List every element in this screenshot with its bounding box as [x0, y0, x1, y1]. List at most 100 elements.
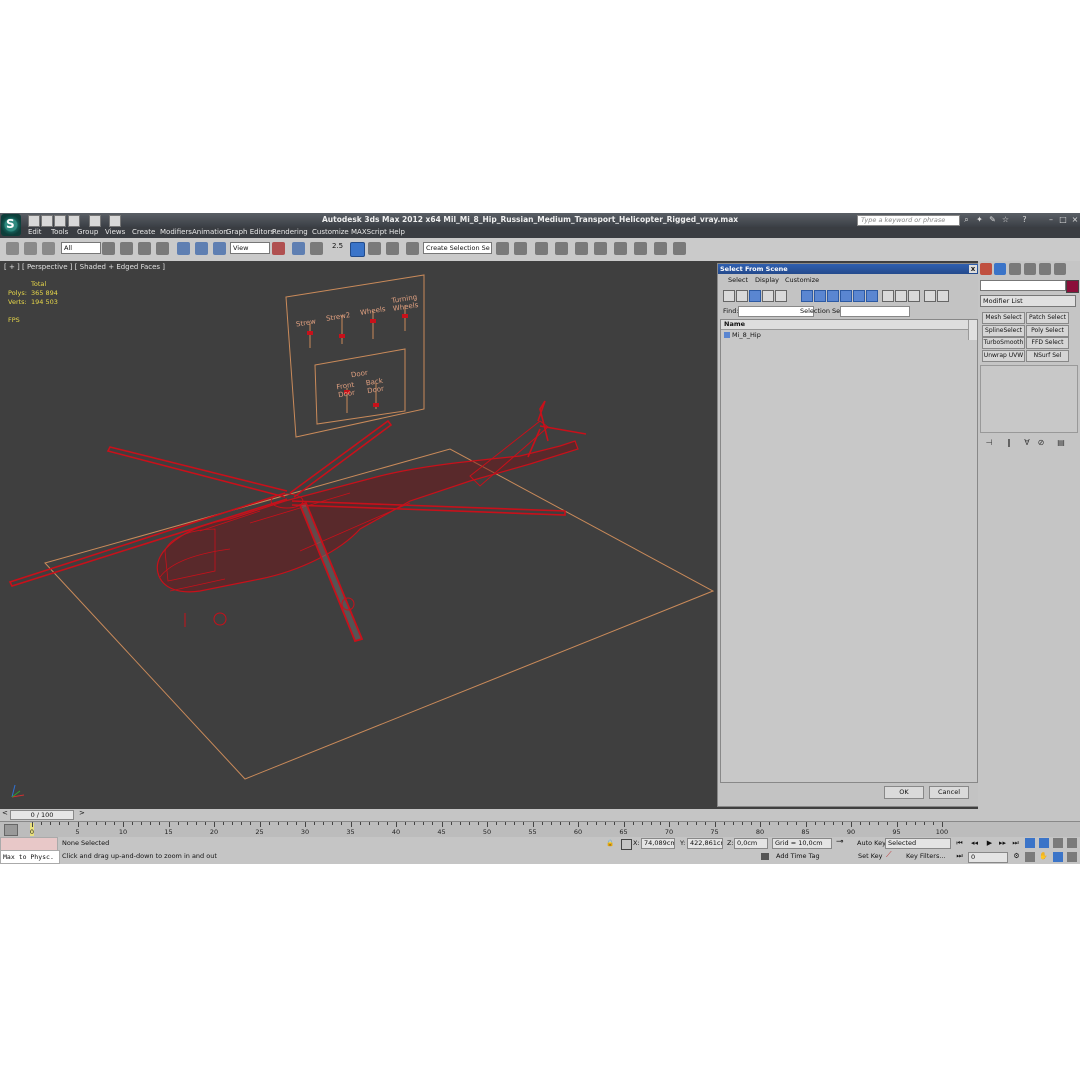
set-key-icon[interactable]: ⊸ [836, 837, 844, 847]
show-end-result-icon[interactable]: ‖ [1004, 438, 1014, 448]
make-unique-icon[interactable]: ∀ [1022, 438, 1032, 448]
menu-views[interactable]: Views [105, 228, 125, 236]
maximize-icon[interactable]: □ [1058, 215, 1068, 224]
link-icon[interactable] [6, 242, 19, 255]
dialog-title-bar[interactable]: Select From Scene x [718, 264, 978, 274]
orbit-icon[interactable] [1053, 852, 1063, 862]
sort-icon[interactable] [937, 290, 949, 302]
binoculars-icon[interactable]: ⌕ [962, 215, 971, 224]
set-key-button[interactable]: Set Key [858, 852, 883, 860]
select-manipulate-icon[interactable] [292, 242, 305, 255]
menu-tools[interactable]: Tools [51, 228, 68, 236]
unwrap-uvw-button[interactable]: Unwrap UVW [982, 350, 1025, 362]
current-frame-field[interactable]: 0 [968, 852, 1008, 863]
nsurf-sel-button[interactable]: NSurf Sel [1026, 350, 1069, 362]
menu-edit[interactable]: Edit [28, 228, 42, 236]
select-none-icon[interactable] [895, 290, 907, 302]
menu-group[interactable]: Group [77, 228, 98, 236]
snap-toggle-label[interactable]: 2.5 [332, 242, 343, 250]
graphite-tools-icon[interactable] [555, 242, 568, 255]
remove-modifier-icon[interactable]: ⊘ [1036, 438, 1046, 448]
render-production-icon[interactable] [673, 242, 686, 255]
pin-stack-icon[interactable]: ⊣ [984, 438, 994, 448]
play-icon[interactable]: ▶ [985, 839, 994, 848]
motion-tab-icon[interactable] [1024, 263, 1036, 275]
ffd-select-button[interactable]: FFD Select [1026, 337, 1069, 349]
add-time-tag-button[interactable]: Add Time Tag [776, 852, 820, 860]
next-frame-icon[interactable]: ▸▸ [998, 839, 1007, 848]
spinner-snap-icon[interactable] [386, 242, 399, 255]
menu-customize[interactable]: Customize [312, 228, 349, 236]
set-key-mode-icon[interactable]: ⟋ [886, 850, 892, 860]
hierarchy-tab-icon[interactable] [1009, 263, 1021, 275]
display-xrefs-icon[interactable] [827, 290, 839, 302]
time-prev-icon[interactable]: < [2, 809, 8, 817]
search-input[interactable]: Type a keyword or phrase [857, 215, 960, 226]
select-by-name-icon[interactable] [120, 242, 133, 255]
tools-icon[interactable]: ✎ [988, 215, 997, 224]
display-frozen-icon[interactable] [866, 290, 878, 302]
turbosmooth-button[interactable]: TurboSmooth [982, 337, 1025, 349]
lock-selection-icon[interactable]: 🔒 [606, 839, 614, 847]
project-folder-icon[interactable] [109, 215, 121, 227]
reference-coordinate-dropdown[interactable]: View [230, 242, 270, 254]
keyboard-shortcut-icon[interactable] [310, 242, 323, 255]
key-mode-dropdown[interactable]: Selected [885, 838, 951, 849]
patch-select-button[interactable]: Patch Select [1026, 312, 1069, 324]
modifier-list-dropdown[interactable]: Modifier List [980, 295, 1076, 307]
menu-help[interactable]: Help [389, 228, 405, 236]
cancel-button[interactable]: Cancel [929, 786, 969, 799]
save-file-icon[interactable] [54, 215, 66, 227]
dialog-menu-select[interactable]: Select [728, 276, 748, 284]
zoom-extents-icon[interactable] [1053, 838, 1063, 848]
object-list[interactable]: Name Mi_8_Hip [720, 319, 978, 783]
zoom-all-icon[interactable] [1039, 838, 1049, 848]
mesh-select-button[interactable]: Mesh Select [982, 312, 1025, 324]
track-bar[interactable]: 0 5 10 15 20 25 30 35 40 45 50 55 60 65 70 75 80 85 90 95 10… [0, 821, 1080, 838]
close-icon[interactable]: × [1070, 215, 1080, 224]
column-header-name[interactable]: Name [721, 320, 970, 330]
key-mode-toggle-icon[interactable]: ⏭ [955, 852, 964, 861]
modify-tab-icon[interactable] [994, 263, 1006, 275]
list-item[interactable]: Mi_8_Hip [724, 331, 761, 339]
key-filters-button[interactable]: Key Filters... [906, 852, 946, 860]
auto-key-button[interactable]: Auto Key [857, 839, 886, 847]
create-tab-icon[interactable] [980, 263, 992, 275]
render-setup-icon[interactable] [634, 242, 647, 255]
selection-region-icon[interactable] [138, 242, 151, 255]
display-containers-icon[interactable] [853, 290, 865, 302]
object-color-swatch[interactable] [1066, 280, 1079, 293]
align-icon[interactable] [514, 242, 527, 255]
dialog-menu-display[interactable]: Display [755, 276, 779, 284]
dialog-close-icon[interactable]: x [969, 265, 977, 273]
utilities-tab-icon[interactable] [1054, 263, 1066, 275]
scale-icon[interactable] [213, 242, 226, 255]
spline-select-button[interactable]: SplineSelect [982, 325, 1025, 337]
y-coordinate-field[interactable]: 422,861cm [687, 838, 723, 849]
menu-graph-editors[interactable]: Graph Editors [226, 228, 274, 236]
angle-snap-icon[interactable] [350, 242, 365, 257]
named-selection-dropdown[interactable]: Create Selection Se [423, 242, 492, 254]
communication-icon[interactable]: ✦ [975, 215, 984, 224]
redo-icon[interactable] [89, 215, 101, 227]
app-logo[interactable]: S [1, 214, 21, 236]
time-slider[interactable]: < 0 / 100 > [0, 809, 1080, 821]
layer-manager-icon[interactable] [535, 242, 548, 255]
curve-editor-icon[interactable] [575, 242, 588, 255]
pan-icon[interactable]: ✋ [1039, 852, 1048, 861]
select-object-icon[interactable] [102, 242, 115, 255]
help-icon[interactable]: ? [1020, 215, 1029, 224]
selection-filter-dropdown[interactable]: All [61, 242, 101, 254]
list-scrollbar[interactable] [968, 320, 977, 340]
display-cameras-icon[interactable] [762, 290, 774, 302]
filter-icon[interactable] [924, 290, 936, 302]
field-of-view-icon[interactable] [1025, 852, 1035, 862]
material-editor-icon[interactable] [614, 242, 627, 255]
goto-end-icon[interactable]: ⏭ [1011, 839, 1020, 848]
invert-selection-icon[interactable] [908, 290, 920, 302]
display-bones-icon[interactable] [840, 290, 852, 302]
schematic-view-icon[interactable] [594, 242, 607, 255]
unlink-icon[interactable] [24, 242, 37, 255]
bind-space-warp-icon[interactable] [42, 242, 55, 255]
ok-button[interactable]: OK [884, 786, 924, 799]
